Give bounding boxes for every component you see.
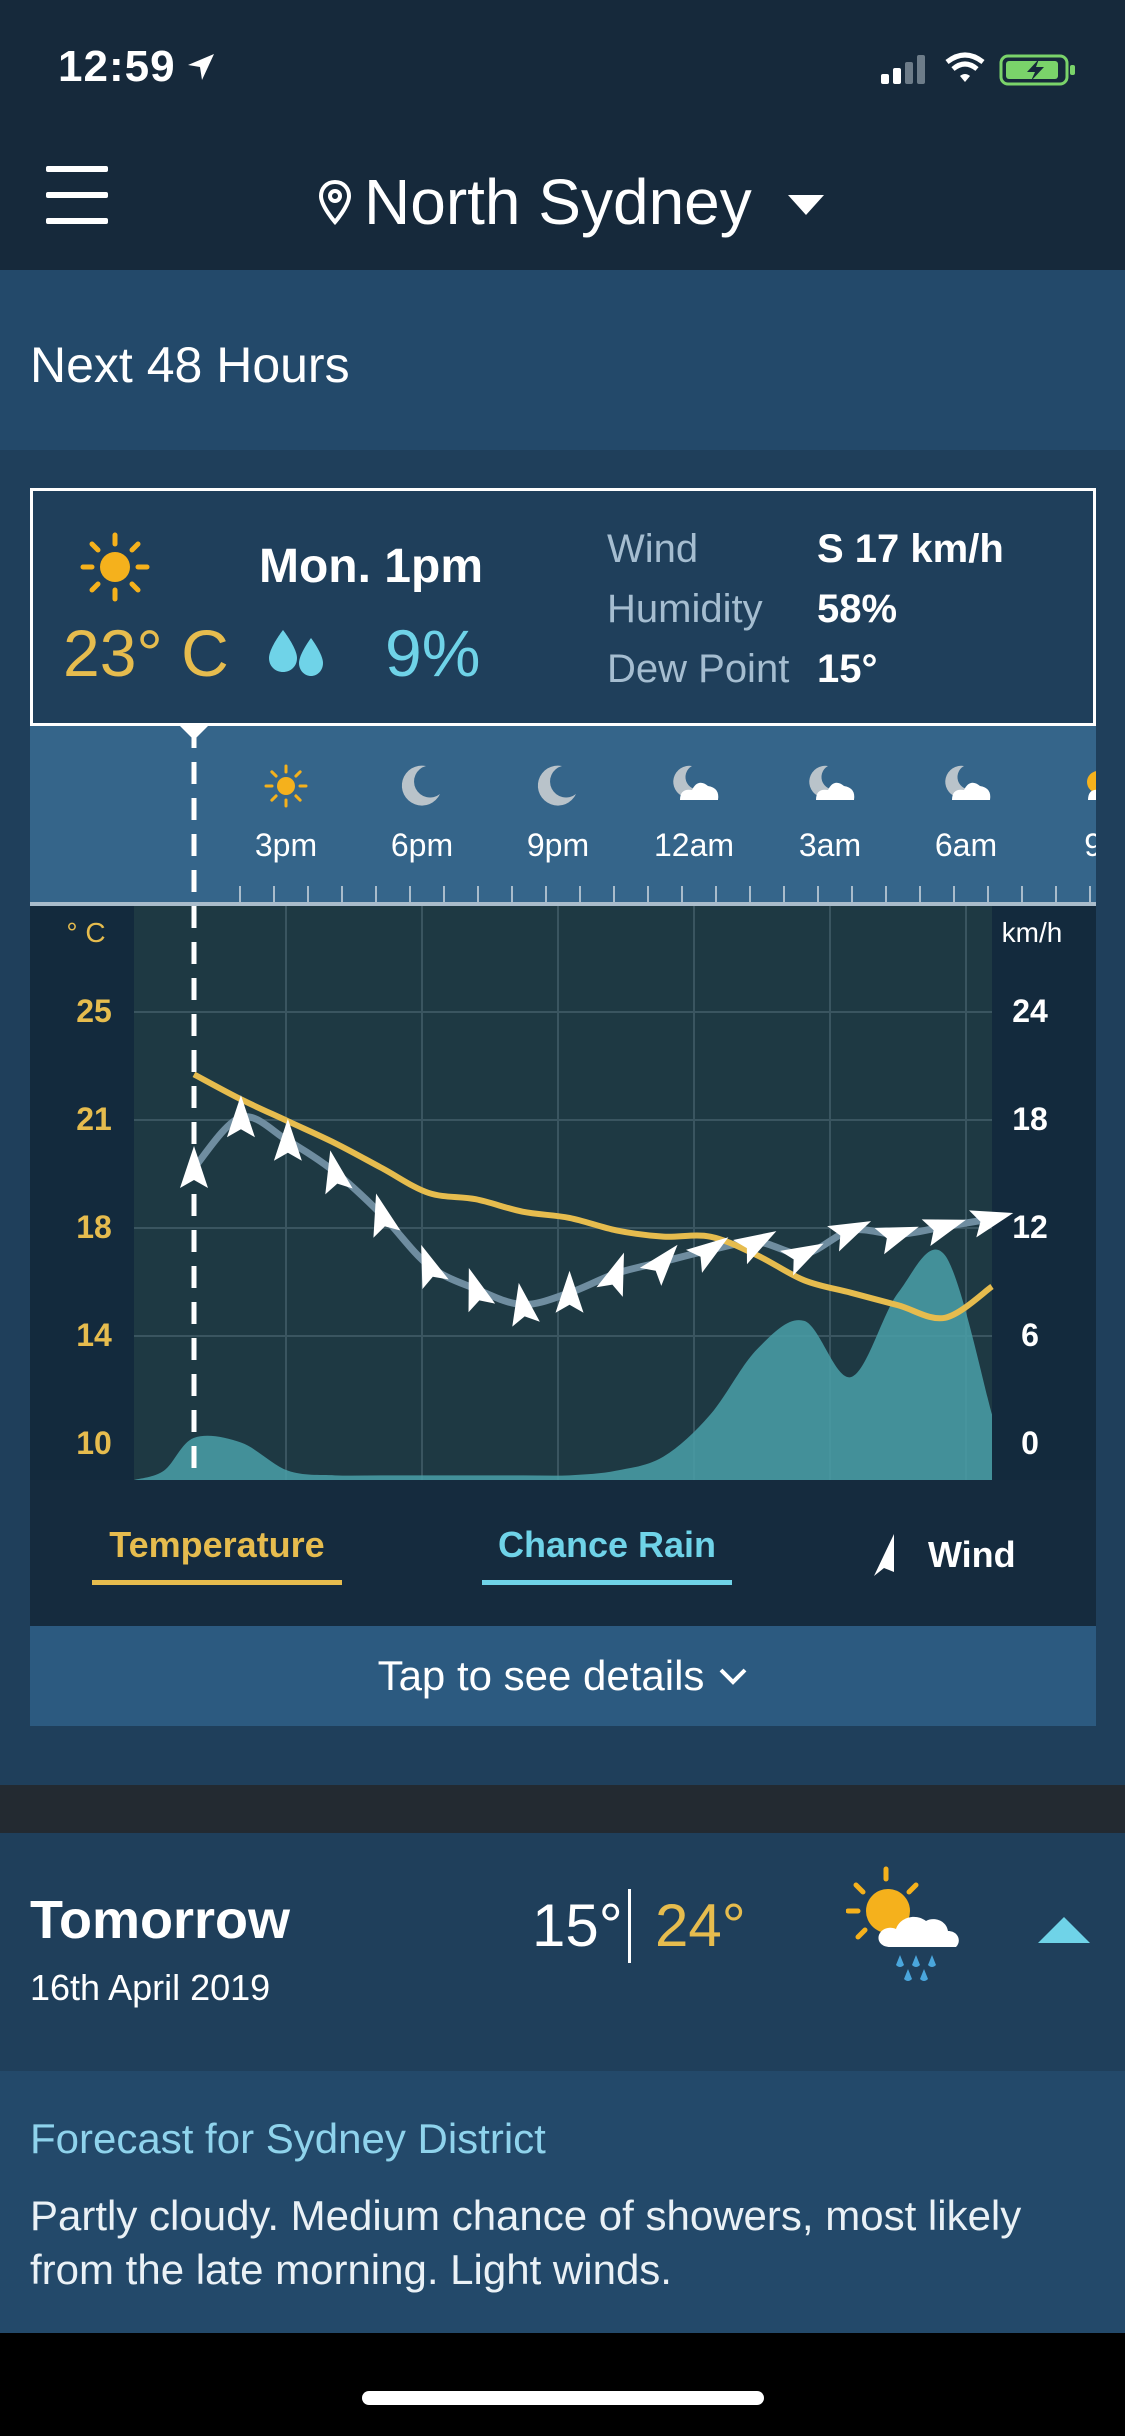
legend-rain-toggle[interactable]: Chance Rain (482, 1524, 732, 1585)
temp-separator (628, 1889, 631, 1963)
hourly-strip-graphic: 3pm 6pm 9pm 12am 3am 6am 9a (30, 726, 1125, 906)
cellular-signal-icon (881, 55, 925, 84)
collapse-caret-icon[interactable] (1036, 1915, 1092, 1945)
chevron-down-icon (720, 1668, 747, 1685)
left-axis-tick: 21 (76, 1101, 112, 1137)
left-axis-tick: 25 (76, 993, 112, 1029)
humidity-value: 58% (817, 587, 898, 631)
right-axis-tick: 6 (1021, 1317, 1039, 1353)
section-header: Next 48 Hours (0, 270, 1125, 450)
right-axis-unit: km/h (1002, 917, 1063, 948)
nav-bar: North Sydney (0, 140, 1125, 270)
now-marker-handle[interactable] (180, 726, 208, 740)
current-time-label: Mon. 1pm (259, 540, 483, 593)
current-conditions-box: 23° C Mon. 1pm 9% Wind S 17 km/h Humidit… (30, 488, 1096, 726)
forecast-text: Partly cloudy. Medium chance of showers,… (30, 2192, 1022, 2293)
location-selector[interactable]: North Sydney (318, 162, 826, 242)
home-indicator-area (0, 2333, 1125, 2436)
right-axis-tick: 24 (1012, 993, 1048, 1029)
moon-icon (401, 765, 440, 806)
sun-cloud-icon (1087, 771, 1125, 800)
legend-wind-toggle[interactable]: Wind (870, 1532, 1016, 1578)
sun-icon (264, 764, 308, 808)
wifi-icon (945, 52, 985, 82)
menu-icon[interactable] (46, 166, 110, 230)
tomorrow-max-temp: 24° (655, 1892, 746, 1959)
legend-wind-label: Wind (928, 1534, 1016, 1575)
hour-label: 3pm (255, 827, 317, 863)
current-temperature: 23° C (63, 616, 229, 690)
location-name: North Sydney (364, 166, 752, 238)
tomorrow-min-temp: 15° (532, 1892, 623, 1959)
dew-point-label: Dew Point (607, 647, 790, 691)
hour-label: 3am (799, 827, 861, 863)
status-indicators (881, 50, 1081, 95)
section-title: Next 48 Hours (30, 337, 350, 393)
legend-temperature-toggle[interactable]: Temperature (92, 1524, 342, 1585)
sun-icon (80, 532, 150, 602)
battery-charging-icon (999, 54, 1075, 86)
sun-cloud-rain-icon (846, 1866, 959, 1981)
tomorrow-row[interactable]: Tomorrow 16th April 2019 15° 24° (0, 1833, 1125, 2071)
chart-legend: Temperature Chance Rain Wind (30, 1480, 1096, 1626)
hour-label: 6pm (391, 827, 453, 863)
moon-icon (537, 765, 576, 806)
current-rain-chance: 9% (385, 616, 481, 690)
home-indicator[interactable] (362, 2391, 764, 2405)
right-axis-tick: 18 (1012, 1101, 1048, 1137)
moon-cloud-icon (945, 765, 991, 800)
tomorrow-title: Tomorrow (30, 1890, 290, 1950)
section-divider (0, 1785, 1125, 1833)
wind-label: Wind (607, 527, 699, 571)
see-details-button[interactable]: Tap to see details (30, 1626, 1096, 1726)
forecast-chart-svg: ° C km/h 25 21 18 14 10 24 18 12 6 0 (30, 906, 1096, 1480)
location-services-icon (188, 54, 214, 80)
hour-label: 9a (1084, 827, 1096, 863)
moon-cloud-icon (809, 765, 855, 800)
right-axis-tick: 12 (1012, 1209, 1048, 1245)
hourly-strip[interactable]: 3pm 6pm 9pm 12am 3am 6am 9a (30, 726, 1125, 906)
wind-value: S 17 km/h (817, 527, 1004, 571)
status-time: 12:59 (58, 42, 176, 91)
location-pin-icon (318, 179, 352, 225)
rain-drops-icon (269, 630, 323, 676)
left-axis-tick: 10 (76, 1425, 112, 1461)
status-bar: 12:59 (0, 0, 1125, 140)
district-forecast: Forecast for Sydney District Partly clou… (0, 2071, 1125, 2333)
tomorrow-date: 16th April 2019 (30, 1967, 271, 2008)
moon-cloud-icon (673, 765, 719, 800)
wind-arrow-icon (874, 1534, 894, 1576)
see-details-label: Tap to see details (377, 1652, 705, 1699)
hour-label: 6am (935, 827, 997, 863)
hour-label: 9pm (527, 827, 589, 863)
dew-point-value: 15° (817, 647, 878, 691)
hour-label: 12am (654, 827, 734, 863)
humidity-label: Humidity (607, 587, 763, 631)
chevron-down-icon (787, 195, 824, 215)
right-axis-tick: 0 (1021, 1425, 1039, 1461)
forecast-heading: Forecast for Sydney District (30, 2115, 546, 2162)
left-axis-tick: 18 (76, 1209, 112, 1245)
left-axis-unit: ° C (66, 917, 105, 948)
left-axis-tick: 14 (76, 1317, 112, 1353)
